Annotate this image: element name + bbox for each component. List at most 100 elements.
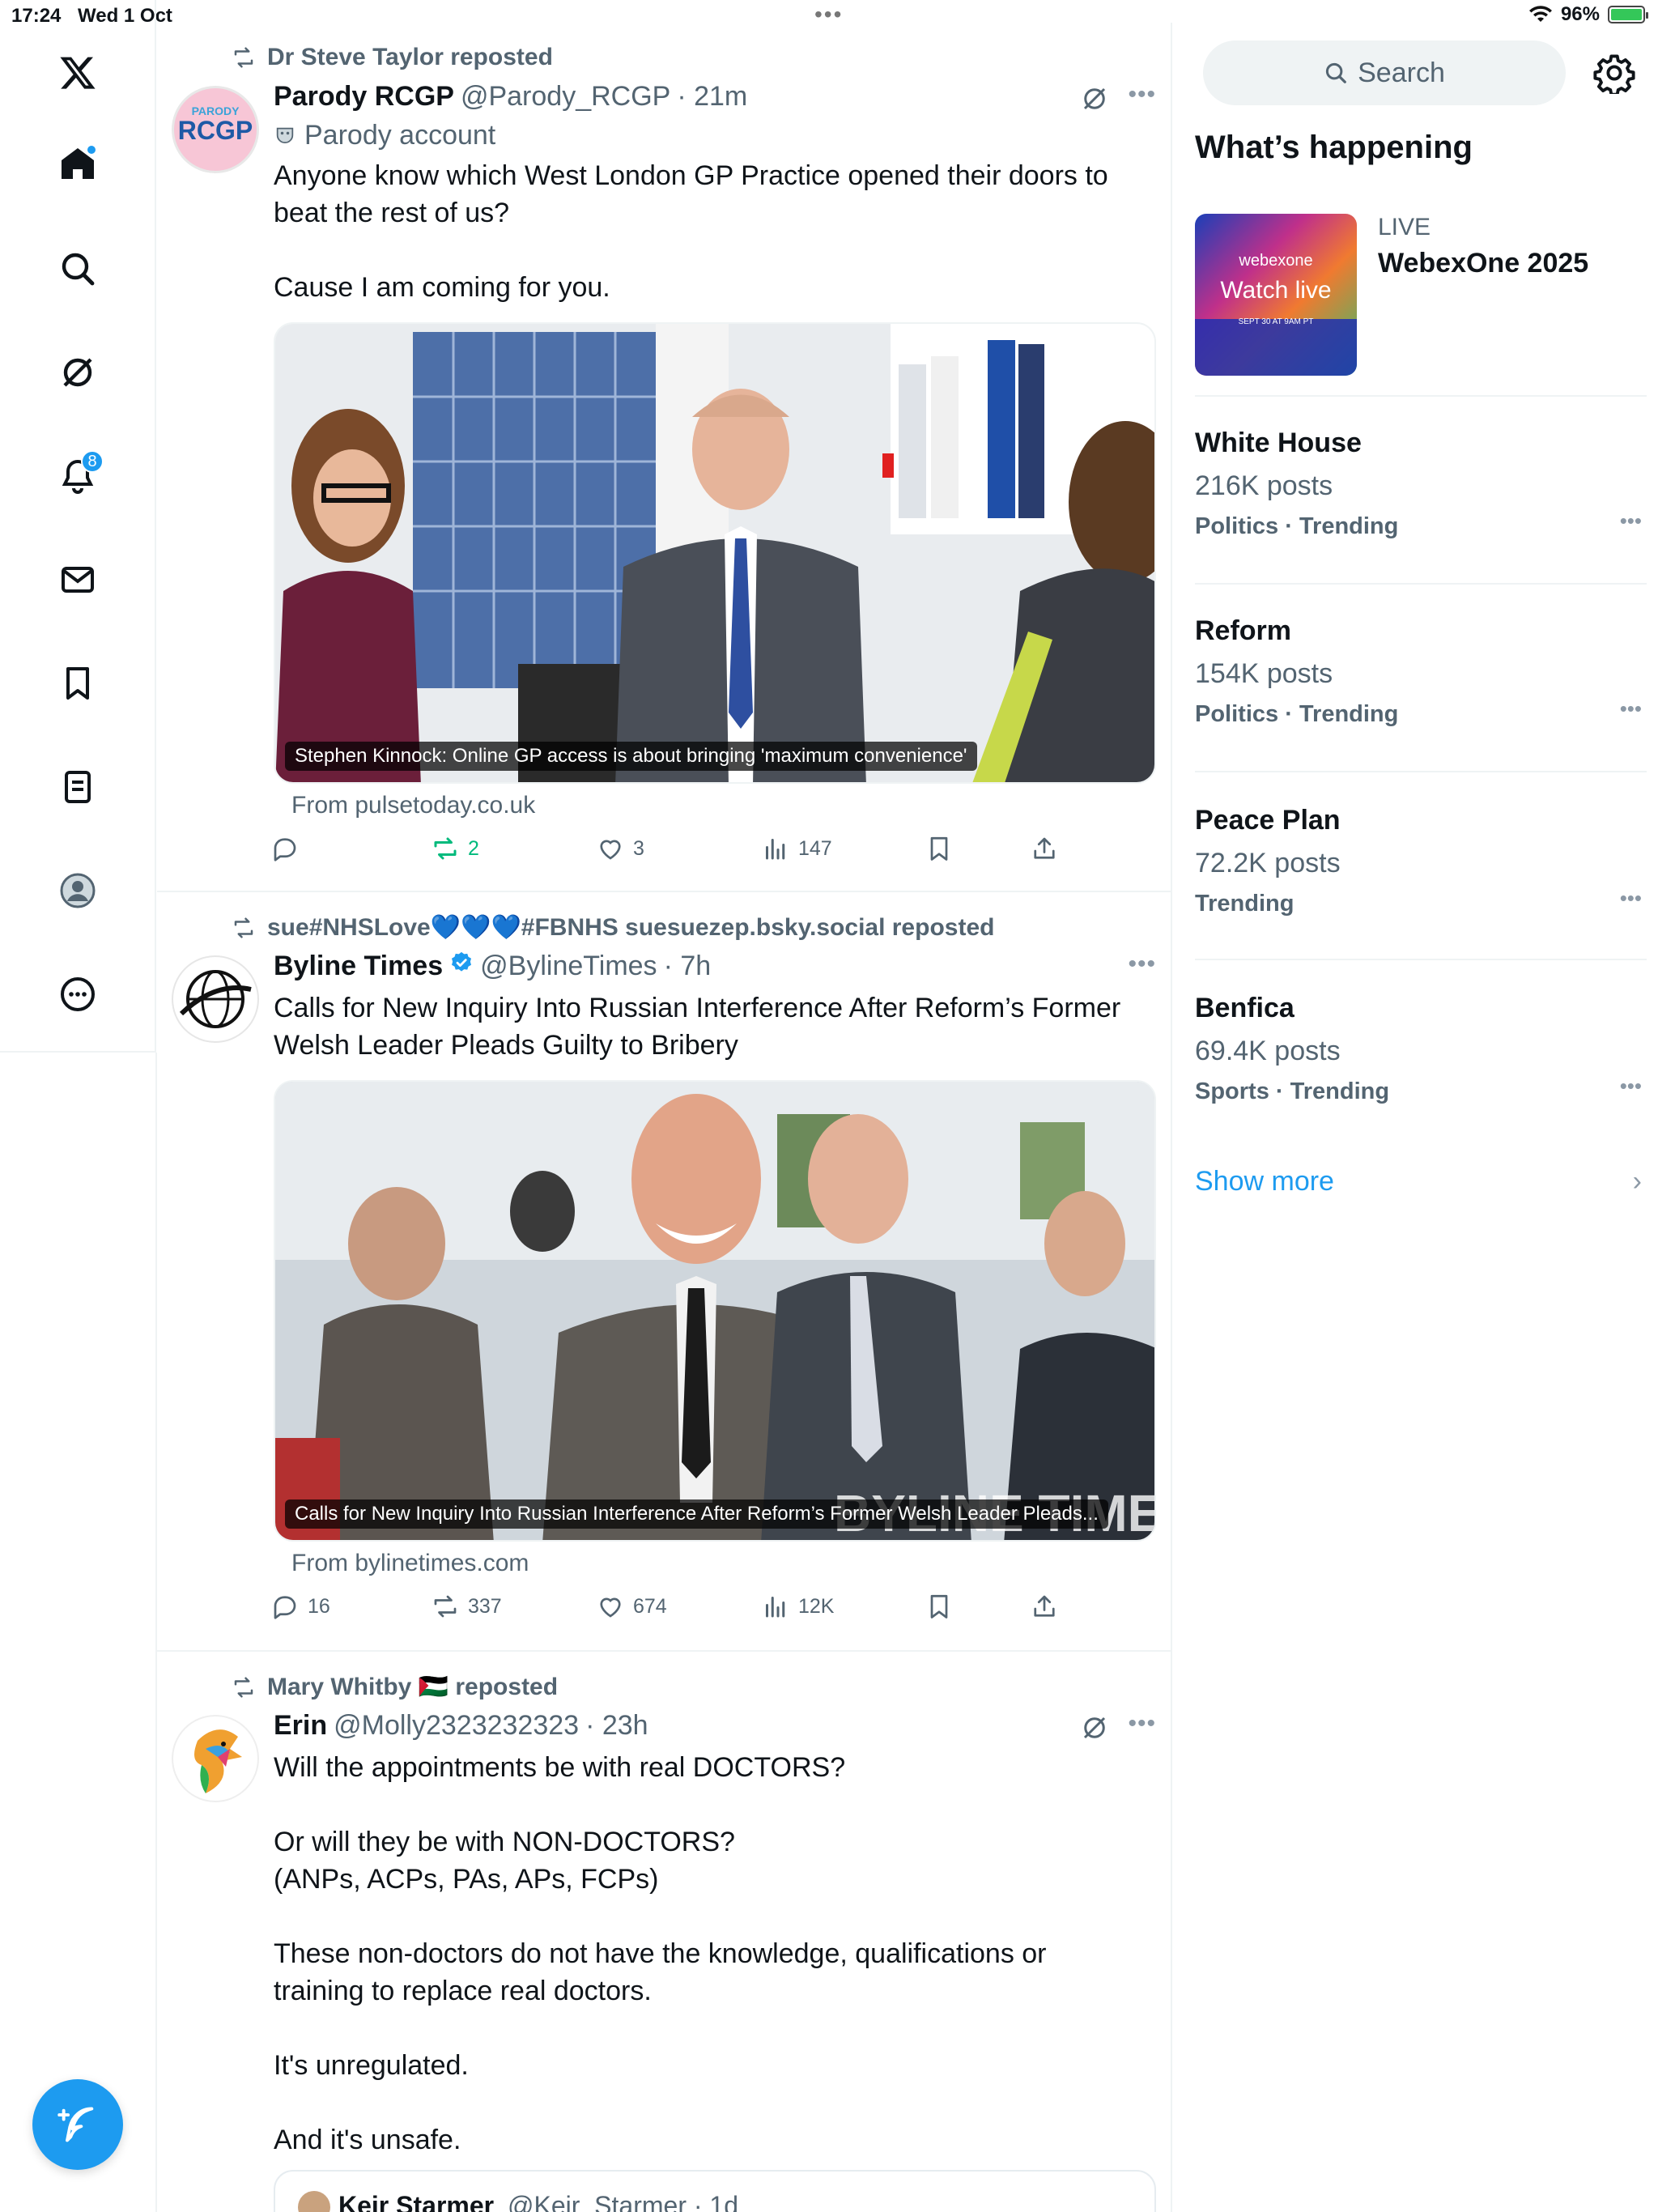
trend-item[interactable]: White House 216K posts Politics · Trendi… — [1195, 428, 1647, 540]
trend-post-count: 72.2K posts — [1195, 848, 1341, 878]
share-icon — [1034, 1595, 1055, 1617]
divider — [1195, 771, 1647, 772]
like-button[interactable]: 674 — [596, 1592, 667, 1621]
share-button[interactable] — [1030, 1592, 1059, 1621]
profile-avatar-icon[interactable] — [53, 866, 102, 915]
author-handle[interactable]: @Molly2323232323 — [334, 1710, 579, 1742]
trend-item[interactable]: Reform 154K posts Politics · Trending ••… — [1195, 615, 1647, 728]
tweet-text: Anyone know which West London GP Practic… — [274, 160, 1108, 303]
search-icon — [1326, 62, 1346, 83]
bookmark-button[interactable] — [925, 834, 954, 863]
repost-by-label[interactable]: sue#NHSLove💙💙💙#FBNHS suesuezep.bsky.soci… — [267, 913, 994, 942]
tweet[interactable]: sue#NHSLove💙💙💙#FBNHS suesuezep.bsky.soci… — [157, 892, 1171, 1652]
right-sidebar: Search What’s happening webexone Watch l… — [1174, 0, 1658, 2212]
share-button[interactable] — [1030, 834, 1059, 863]
compose-feather-icon — [57, 2107, 94, 2142]
like-button[interactable]: 3 — [596, 834, 644, 863]
tweet-actions: 16 337 674 12K — [270, 1592, 1080, 1632]
author-name[interactable]: Byline Times — [274, 951, 443, 982]
trend-more-menu[interactable]: ••• — [1620, 886, 1642, 911]
trend-name: Benfica — [1195, 993, 1295, 1023]
grok-explain-icon[interactable] — [1080, 1713, 1109, 1742]
trend-more-menu[interactable]: ••• — [1620, 508, 1642, 534]
views-button[interactable]: 147 — [761, 834, 832, 863]
card-source[interactable]: From bylinetimes.com — [291, 1550, 529, 1577]
trend-category: Politics · Trending — [1195, 701, 1399, 727]
compose-post-button[interactable] — [32, 2079, 123, 2170]
repost-by-label[interactable]: Dr Steve Taylor reposted — [267, 44, 553, 71]
repost-count: 2 — [468, 836, 479, 860]
repost-button[interactable]: 2 — [431, 834, 479, 863]
webexone-date-text: SEPT 30 AT 9AM PT — [1239, 317, 1314, 326]
author-handle[interactable]: @BylineTimes — [480, 951, 657, 982]
link-card[interactable]: BYLINE TIMES Calls for New Inquiry Into … — [274, 1080, 1156, 1542]
tweet-header: Parody RCGP @Parody_RCGP · 21m — [274, 81, 747, 113]
like-count: 674 — [633, 1594, 667, 1618]
trend-more-menu[interactable]: ••• — [1620, 696, 1642, 721]
tweet-time[interactable]: · 23h — [585, 1710, 648, 1742]
repost-button[interactable]: 337 — [431, 1592, 502, 1621]
tweet-header: Byline Times @BylineTimes · 7h — [274, 951, 711, 982]
quoted-author-name: Keir Starmer — [338, 2191, 495, 2212]
live-event-thumbnail[interactable]: webexone Watch live SEPT 30 AT 9AM PT — [1195, 214, 1357, 376]
tweet-more-menu[interactable]: ••• — [1128, 951, 1156, 978]
webexone-card-image: webexone Watch live SEPT 30 AT 9AM PT — [1195, 214, 1357, 376]
avatar[interactable]: PARODY RCGP — [172, 86, 259, 173]
bookmarks-icon[interactable] — [53, 659, 102, 708]
reply-icon — [274, 1596, 296, 1619]
notifications-bell-icon[interactable]: 8 — [53, 450, 104, 500]
tweet-actions: 2 3 147 — [270, 834, 1080, 874]
tweet-time[interactable]: · 7h — [664, 951, 712, 982]
view-count: 12K — [798, 1594, 835, 1618]
views-button[interactable]: 12K — [761, 1592, 834, 1621]
tweet-more-menu[interactable]: ••• — [1128, 1710, 1156, 1738]
more-options-icon[interactable] — [53, 970, 102, 1019]
notifications-badge: 8 — [81, 450, 104, 473]
tweet[interactable]: Mary Whitby 🇵🇸 reposted Erin @Molly23232… — [157, 1652, 1171, 2212]
explore-search-icon[interactable] — [53, 245, 102, 293]
heart-icon — [600, 840, 621, 860]
repost-indicator: sue#NHSLove💙💙💙#FBNHS suesuezep.bsky.soci… — [232, 913, 994, 942]
show-more-link[interactable]: Show more › — [1195, 1166, 1647, 1197]
avatar[interactable] — [172, 1715, 259, 1802]
trend-category: Sports · Trending — [1195, 1078, 1390, 1104]
link-card[interactable]: Stephen Kinnock: Online GP access is abo… — [274, 322, 1156, 784]
grok-explain-icon[interactable] — [1080, 84, 1109, 113]
lists-icon[interactable] — [53, 763, 102, 811]
trend-category: Politics · Trending — [1195, 513, 1399, 539]
live-event-title[interactable]: WebexOne 2025 — [1378, 248, 1588, 279]
webexone-brand-text: webexone — [1238, 252, 1312, 270]
repost-by-label[interactable]: Mary Whitby 🇵🇸 reposted — [267, 1673, 558, 1701]
tweet-more-menu[interactable]: ••• — [1128, 81, 1156, 108]
show-more-label: Show more — [1195, 1166, 1334, 1197]
author-name[interactable]: Erin — [274, 1710, 327, 1742]
reply-icon — [274, 838, 296, 861]
author-handle[interactable]: @Parody_RCGP — [461, 81, 670, 113]
views-chart-icon — [766, 1597, 785, 1618]
messages-envelope-icon[interactable] — [53, 555, 102, 604]
reply-button[interactable] — [270, 834, 308, 863]
avatar[interactable] — [172, 955, 259, 1043]
search-input[interactable]: Search — [1203, 40, 1566, 105]
live-label: LIVE — [1378, 214, 1431, 240]
trend-item[interactable]: Peace Plan 72.2K posts Trending ••• — [1195, 805, 1647, 917]
x-logo-icon[interactable] — [53, 49, 102, 97]
bookmark-button[interactable] — [925, 1592, 954, 1621]
views-chart-icon — [766, 839, 785, 860]
author-name[interactable]: Parody RCGP — [274, 81, 454, 113]
quoted-tweet[interactable]: Keir Starmer @Keir_Starmer · 1d — [274, 2170, 1156, 2212]
tweet-time[interactable]: · 21m — [677, 81, 747, 113]
settings-gear-icon[interactable] — [1593, 52, 1635, 94]
tweet[interactable]: Dr Steve Taylor reposted PARODY RCGP Par… — [157, 23, 1171, 892]
home-icon[interactable] — [53, 139, 102, 188]
card-image: BYLINE TIMES — [275, 1082, 1154, 1540]
grok-icon[interactable] — [53, 348, 102, 397]
repost-icon — [434, 1595, 457, 1618]
trend-item[interactable]: Benfica 69.4K posts Sports · Trending ••… — [1195, 993, 1647, 1105]
trend-more-menu[interactable]: ••• — [1620, 1074, 1642, 1099]
bookmark-icon — [930, 1594, 948, 1619]
reply-button[interactable]: 16 — [270, 1592, 330, 1621]
repost-icon — [234, 917, 253, 938]
card-source[interactable]: From pulsetoday.co.uk — [291, 792, 535, 819]
trend-name: Reform — [1195, 615, 1292, 646]
